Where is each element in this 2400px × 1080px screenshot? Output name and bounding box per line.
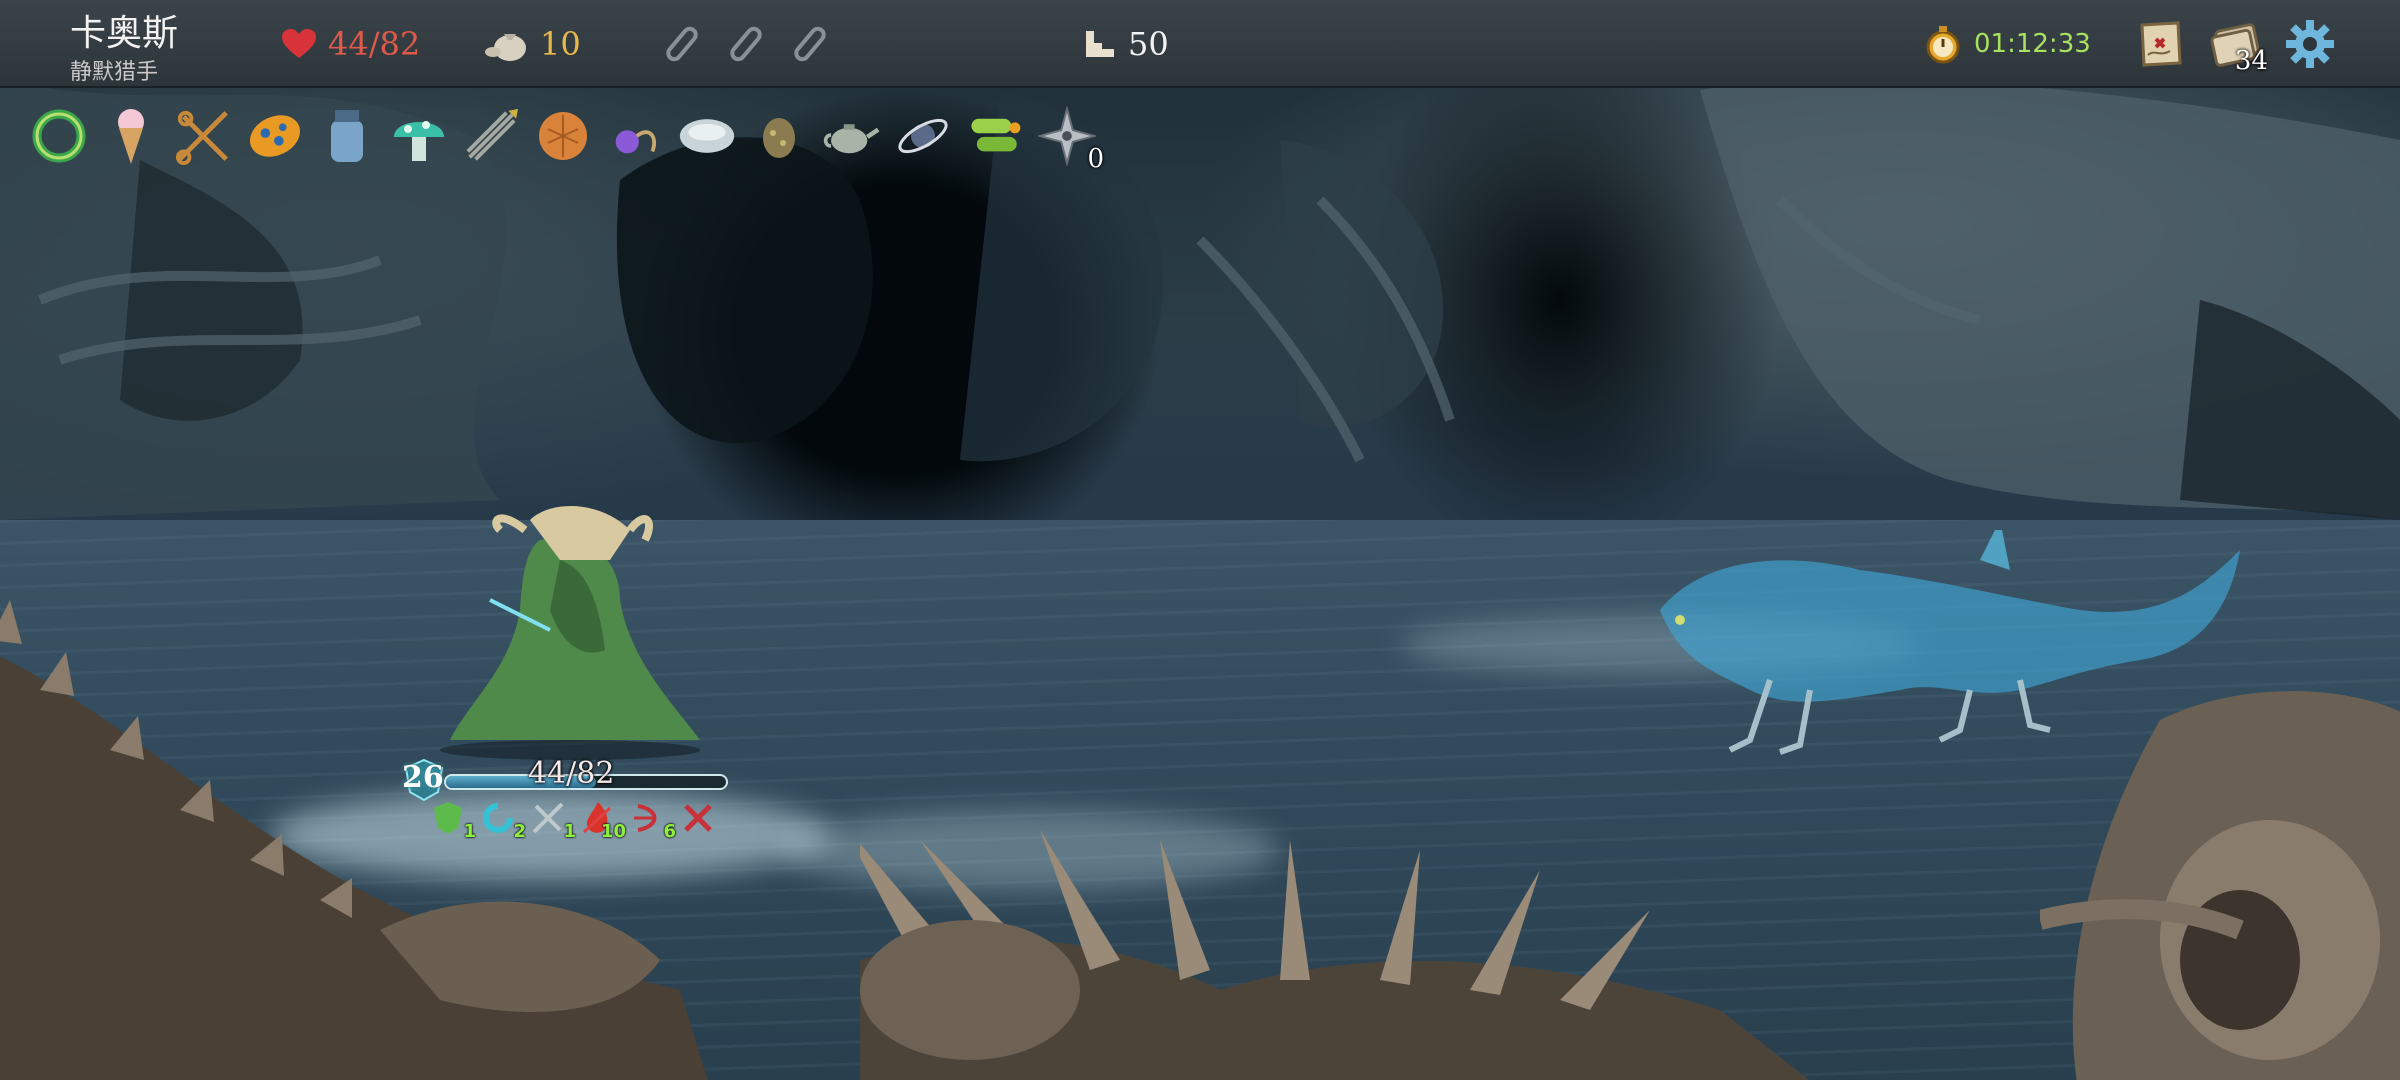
- relic-stone[interactable]: [678, 104, 736, 168]
- depth-value: 50: [1128, 25, 1169, 63]
- biscuit-icon: [539, 112, 587, 160]
- bow-debuff-icon: [634, 804, 657, 832]
- mushroom-icon: [394, 121, 444, 161]
- timer-value: 01:12:33: [1974, 29, 2091, 59]
- buff-value: 2: [513, 821, 526, 842]
- gear-icon: [2286, 20, 2334, 68]
- relic-pendant[interactable]: [606, 104, 664, 168]
- deck-button[interactable]: 34: [2210, 18, 2268, 76]
- buff-value: 10: [600, 821, 626, 842]
- cave-background: [0, 79, 2400, 520]
- heart-icon: [282, 29, 316, 58]
- bundle-of-arrows-icon: [466, 108, 519, 161]
- settings-button[interactable]: [2284, 18, 2336, 70]
- orbit-orb-icon: [898, 118, 948, 154]
- blue-orange-egg-icon: [249, 115, 301, 157]
- ice-cream-icon: [118, 109, 144, 164]
- hp-value: 44/82: [328, 25, 421, 63]
- gold-value: 10: [540, 25, 581, 63]
- shield-buff-icon: [434, 802, 462, 834]
- status-cross-debuff[interactable]: [680, 800, 724, 836]
- relic-ice-cream[interactable]: [102, 104, 160, 168]
- status-flame-buff[interactable]: 10: [580, 800, 626, 842]
- swirl-buff-icon: [483, 803, 513, 833]
- egg-icon: [763, 118, 795, 158]
- green-ring-icon: [32, 109, 86, 163]
- potion-slot-2[interactable]: [720, 18, 772, 70]
- status-shield-buff[interactable]: 1: [430, 800, 476, 842]
- relic-arrows[interactable]: [462, 104, 520, 168]
- buff-value: 6: [663, 821, 676, 842]
- relic-mushroom[interactable]: [390, 104, 448, 168]
- white-stone-icon: [679, 119, 735, 153]
- teapot-icon: [823, 124, 880, 154]
- buff-value: 1: [463, 821, 476, 842]
- crossed-scissors-icon: [175, 110, 228, 165]
- map-button[interactable]: [2134, 18, 2186, 70]
- status-bow-debuff[interactable]: 6: [630, 800, 676, 842]
- shuriken-counter: 0: [1087, 144, 1104, 174]
- spiked-bones-bottom: [860, 830, 1810, 1080]
- relic-teapot[interactable]: [822, 104, 880, 168]
- relic-orbit[interactable]: [894, 104, 952, 168]
- relic-scissors[interactable]: [174, 104, 232, 168]
- player-hp-bar: 26 44/82: [402, 756, 732, 802]
- character-class: 静默猎手: [70, 60, 159, 85]
- status-dagger-buff[interactable]: 1: [530, 800, 576, 842]
- buff-value: 1: [563, 821, 576, 842]
- map-scroll-icon: [2140, 21, 2182, 67]
- hp-display: 44/82: [282, 22, 420, 66]
- relic-biscuit[interactable]: [534, 104, 592, 168]
- relic-shuriken[interactable]: 0: [1038, 104, 1104, 174]
- money-bag-icon: [485, 34, 526, 61]
- potion-slot-3[interactable]: [784, 18, 836, 70]
- cross-debuff-icon: [684, 804, 712, 832]
- hooded-hunter-player[interactable]: [430, 500, 710, 760]
- top-status-bar: 卡奥斯 静默猎手 44/82 10 50 01:12:33 34: [0, 0, 2400, 88]
- relic-bar: 0: [30, 100, 1104, 174]
- relic-dark-egg[interactable]: [750, 104, 808, 168]
- timer-display: 01:12:33: [1924, 22, 2091, 66]
- hp-bar-text: 44/82: [528, 756, 615, 791]
- player-status-effects: 1 2 1 10 6: [430, 800, 724, 842]
- relic-egg[interactable]: [246, 104, 304, 168]
- empty-potion-slot-icon: [794, 26, 826, 62]
- jar-icon: [331, 110, 363, 162]
- character-name: 卡奥斯: [70, 13, 179, 54]
- dagger-buff-icon: [532, 802, 564, 834]
- empty-potion-slot-icon: [666, 26, 698, 62]
- empty-potion-slot-icon: [730, 26, 762, 62]
- depth-display: 50: [1084, 22, 1169, 66]
- relic-scrolls[interactable]: [966, 104, 1024, 168]
- gold-display: 10: [484, 22, 581, 66]
- purple-pendant-icon: [615, 130, 656, 154]
- scroll-stack-icon: [971, 118, 1021, 152]
- block-value: 26: [402, 760, 444, 795]
- relic-green-ring[interactable]: [30, 104, 88, 168]
- deck-count: 34: [2234, 46, 2268, 76]
- relic-jar[interactable]: [318, 104, 376, 168]
- stopwatch-icon: [1926, 26, 1960, 64]
- spectral-wolf-enemy[interactable]: [1640, 530, 2260, 760]
- potion-slot-1[interactable]: [656, 18, 708, 70]
- stairs-icon: [1086, 31, 1114, 57]
- status-swirl-buff[interactable]: 2: [480, 800, 526, 842]
